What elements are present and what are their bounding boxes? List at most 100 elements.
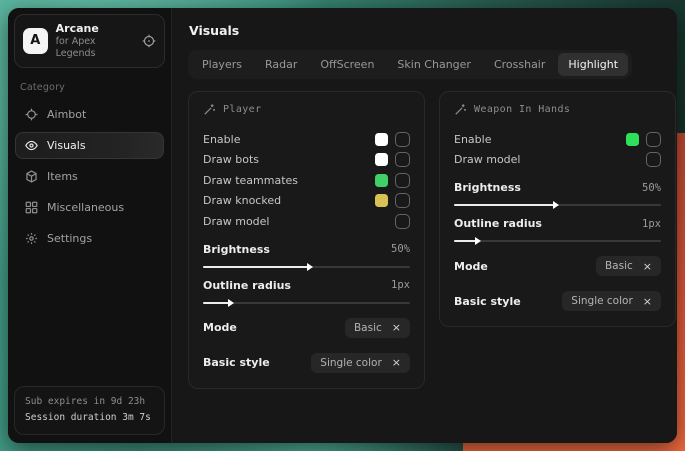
toggle-label: Enable <box>203 133 240 146</box>
checkbox[interactable] <box>395 152 410 167</box>
color-swatch[interactable] <box>375 194 388 207</box>
chip-close-icon[interactable]: × <box>643 261 652 272</box>
chip-single-color[interactable]: Single color× <box>562 291 661 311</box>
checkbox[interactable] <box>646 152 661 167</box>
sidebar-item-settings[interactable]: Settings <box>15 225 164 252</box>
toggle-controls <box>375 152 410 167</box>
checkbox[interactable] <box>395 132 410 147</box>
panel-header: Weapon In Hands <box>454 103 661 116</box>
checkbox[interactable] <box>395 173 410 188</box>
slider-track[interactable] <box>454 204 661 206</box>
chip-close-icon[interactable]: × <box>643 296 652 307</box>
checkbox[interactable] <box>395 193 410 208</box>
category-label: Category <box>20 82 159 93</box>
slider-value: 1px <box>642 218 661 230</box>
target-icon[interactable] <box>142 34 156 48</box>
toggle-row-draw-model: Draw model <box>454 150 661 171</box>
tab-bar: PlayersRadarOffScreenSkin ChangerCrossha… <box>188 50 632 79</box>
slider-thumb[interactable] <box>307 263 313 271</box>
eye-icon <box>25 139 38 152</box>
toggle-row-enable: Enable <box>203 129 410 150</box>
toggle-label: Draw knocked <box>203 194 281 207</box>
panel-grid: Player Enable Draw bots Draw teammates Draw … <box>188 91 676 389</box>
checkbox[interactable] <box>395 214 410 229</box>
slider-thumb[interactable] <box>553 201 559 209</box>
main-panel: Visuals PlayersRadarOffScreenSkin Change… <box>171 8 677 443</box>
sidebar-item-items[interactable]: Items <box>15 163 164 190</box>
wand-icon <box>203 103 216 116</box>
chip-basic[interactable]: Basic× <box>596 256 661 276</box>
sidebar-item-visuals[interactable]: Visuals <box>15 132 164 159</box>
slider-outline-radius: Outline radius1px <box>454 217 661 242</box>
subscription-card: Sub expires in 9d 23h Session duration 3… <box>14 386 165 435</box>
toggle-controls <box>395 214 410 229</box>
slider-outline-radius: Outline radius1px <box>203 279 410 304</box>
slider-label: Outline radius <box>203 279 291 292</box>
toggle-controls <box>375 132 410 147</box>
slider-value: 50% <box>391 243 410 255</box>
chip-text: Basic <box>354 322 382 334</box>
toggle-label: Enable <box>454 133 491 146</box>
slider-track[interactable] <box>454 240 661 242</box>
app-window: A Arcane for Apex Legends Category Aimbo… <box>8 8 677 443</box>
slider-track[interactable] <box>203 266 410 268</box>
toggle-label: Draw bots <box>203 153 259 166</box>
panel-title: Weapon In Hands <box>474 104 570 115</box>
color-swatch[interactable] <box>375 174 388 187</box>
color-swatch[interactable] <box>375 133 388 146</box>
brand-card: A Arcane for Apex Legends <box>14 14 165 68</box>
sidebar-item-label: Visuals <box>47 139 86 152</box>
slider-fill <box>454 204 555 206</box>
sub-expires-text: Sub expires in 9d 23h <box>25 394 154 411</box>
sidebar-item-label: Settings <box>47 232 92 245</box>
toggle-row-draw-teammates: Draw teammates <box>203 170 410 191</box>
slider-header: Brightness 50% <box>454 181 661 194</box>
select-label: Basic style <box>203 356 270 369</box>
chip-basic[interactable]: Basic × <box>345 318 410 338</box>
slider-thumb[interactable] <box>475 237 481 245</box>
slider-header: Outline radius1px <box>454 217 661 230</box>
chip-close-icon[interactable]: × <box>392 322 401 333</box>
toggle-label: Draw model <box>203 215 269 228</box>
panel-player: Player Enable Draw bots Draw teammates Draw … <box>188 91 425 389</box>
sidebar-item-miscellaneous[interactable]: Miscellaneous <box>15 194 164 221</box>
toggle-label: Draw teammates <box>203 174 298 187</box>
color-swatch[interactable] <box>375 153 388 166</box>
grid-icon <box>25 201 38 214</box>
chip-close-icon[interactable]: × <box>392 357 401 368</box>
sidebar-item-aimbot[interactable]: Aimbot <box>15 101 164 128</box>
slider-fill <box>203 302 230 304</box>
select-label: Mode <box>454 260 488 273</box>
color-swatch[interactable] <box>626 133 639 146</box>
sidebar-item-label: Aimbot <box>47 108 86 121</box>
tab-skin-changer[interactable]: Skin Changer <box>387 53 481 76</box>
select-row-basic-style: Basic styleSingle color× <box>454 290 661 312</box>
chip-single-color[interactable]: Single color× <box>311 353 410 373</box>
tab-players[interactable]: Players <box>192 53 252 76</box>
crosshair-icon <box>25 108 38 121</box>
tab-crosshair[interactable]: Crosshair <box>484 53 555 76</box>
select-row-mode: Mode Basic× <box>454 255 661 277</box>
slider-value: 50% <box>642 182 661 194</box>
slider-fill <box>454 240 477 242</box>
toggle-row-draw-bots: Draw bots <box>203 150 410 171</box>
sidebar-item-label: Miscellaneous <box>47 201 124 214</box>
slider-header: Brightness50% <box>203 243 410 256</box>
slider-label: Brightness <box>454 181 521 194</box>
panel-header: Player <box>203 103 410 116</box>
tab-highlight[interactable]: Highlight <box>558 53 628 76</box>
slider-track[interactable] <box>203 302 410 304</box>
tab-radar[interactable]: Radar <box>255 53 307 76</box>
app-logo: A <box>23 28 48 54</box>
checkbox[interactable] <box>646 132 661 147</box>
slider-fill <box>203 266 309 268</box>
toggle-row-draw-model: Draw model <box>203 211 410 232</box>
panel-title: Player <box>223 104 262 115</box>
slider-brightness: Brightness 50% <box>454 181 661 206</box>
gear-icon <box>25 232 38 245</box>
tab-offscreen[interactable]: OffScreen <box>310 53 384 76</box>
app-name: Arcane <box>56 22 134 36</box>
slider-thumb[interactable] <box>228 299 234 307</box>
session-duration-text: Session duration 3m 7s <box>25 410 154 427</box>
toggle-controls <box>375 193 410 208</box>
